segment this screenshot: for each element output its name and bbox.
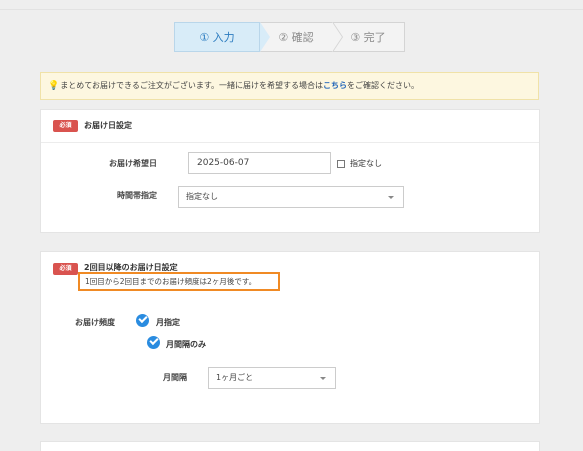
month-specify-radio[interactable] [136,314,149,327]
delivery-date-section: 必須 お届け日設定 お届け希望日 2025-06-07 指定なし 時間帯指定 指… [40,109,540,233]
interval-label: 月間隔 [163,373,187,382]
delivery-date-label: お届け希望日 [109,159,157,168]
time-slot-value: 指定なし [186,192,218,201]
no-date-label: 指定なし [350,159,382,168]
month-specify-label: 月指定 [156,318,180,327]
notice-text-end: をご確認ください。 [347,81,420,90]
step-confirm: ② 確認 [260,22,343,52]
notice-text: まとめてお届けできるご注文がございます。一緒に届けを希望する場合は [60,81,324,90]
delivery-date-input[interactable]: 2025-06-07 [188,152,331,174]
step-input: ① 入力 [174,22,270,52]
required-badge: 必須 [53,263,78,275]
subsequent-delivery-section: 必須 2回目以降のお届け日設定 1回目から2回目までのお届け頻度は2ヶ月後です。… [40,251,540,424]
progress-steps: ① 入力 ② 確認 ③ 完了 [174,22,405,52]
next-section [40,441,540,451]
month-interval-label: 月間隔のみ [166,340,206,349]
time-slot-label: 時間帯指定 [117,191,157,200]
interval-select[interactable]: 1ヶ月ごと [208,367,336,389]
frequency-label: お届け頻度 [75,318,115,327]
notice-link[interactable]: こちら [323,81,347,90]
top-divider [0,9,583,10]
frequency-hint: 1回目から2回目までのお届け頻度は2ヶ月後です。 [78,272,280,291]
time-slot-select[interactable]: 指定なし [178,186,404,208]
lightbulb-icon: 💡 [48,81,60,91]
chevron-down-icon [320,377,326,380]
no-date-checkbox[interactable] [337,160,345,168]
required-badge: 必須 [53,120,78,132]
interval-value: 1ヶ月ごと [216,373,254,382]
section-title: お届け日設定 [84,121,132,130]
chevron-down-icon [388,196,394,199]
bundle-notice: 💡まとめてお届けできるご注文がございます。一緒に届けを希望する場合はこちらをご確… [40,72,539,100]
section-header: 必須 お届け日設定 [41,110,539,143]
month-interval-radio[interactable] [147,336,160,349]
